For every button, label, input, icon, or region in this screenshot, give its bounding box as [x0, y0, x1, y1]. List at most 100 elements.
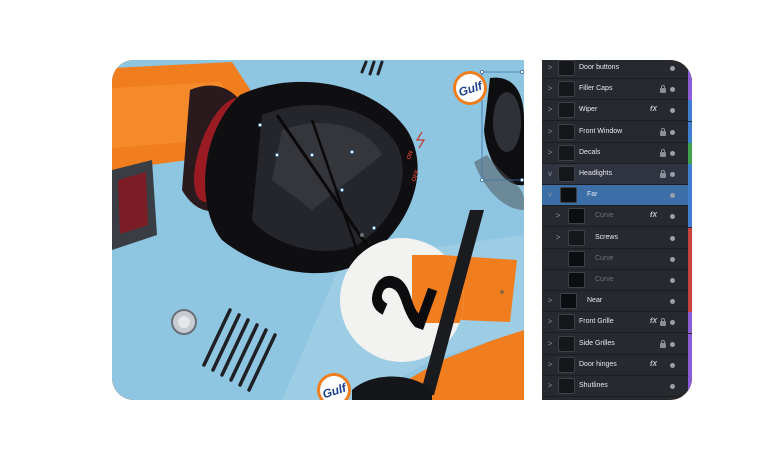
layer-row-far[interactable]: v Far: [542, 185, 692, 207]
layer-row-decals[interactable]: > Decals: [542, 142, 692, 164]
visibility-dot-icon[interactable]: [670, 66, 675, 71]
layer-color-tag: [688, 291, 692, 313]
lock-icon[interactable]: [660, 127, 666, 136]
layer-label: Decals: [579, 148, 601, 156]
layers-panel[interactable]: > Door buttons > Filler Caps > Wiper fX > Front …: [542, 60, 692, 400]
layer-row-headlights[interactable]: v Headlights: [542, 164, 692, 185]
lock-icon[interactable]: [660, 170, 666, 178]
layer-thumbnail: [558, 378, 575, 394]
layer-color-tag: [688, 142, 692, 164]
layer-thumbnail: [558, 335, 575, 352]
visibility-dot-icon[interactable]: [670, 150, 675, 156]
expand-chevron-icon[interactable]: >: [546, 317, 554, 327]
layer-row-door-buttons[interactable]: > Door buttons: [542, 60, 692, 79]
layer-color-tag: [688, 333, 692, 355]
car-artwork: 2 Gulf Gulf ON OFF: [112, 60, 524, 400]
visibility-dot-icon[interactable]: [670, 362, 675, 368]
expand-chevron-icon[interactable]: >: [546, 105, 554, 115]
effects-icon[interactable]: fX: [650, 210, 657, 222]
expand-chevron-icon[interactable]: >: [546, 148, 554, 158]
expand-chevron-icon[interactable]: >: [546, 339, 554, 349]
expand-chevron-icon[interactable]: >: [546, 381, 554, 391]
layer-row-front-grille[interactable]: > Front Grille fX: [542, 312, 692, 334]
expand-chevron-icon[interactable]: >: [554, 211, 562, 221]
layer-color-tag: [688, 270, 692, 291]
expand-chevron-icon[interactable]: >: [554, 233, 562, 243]
layer-thumbnail: [558, 356, 575, 373]
visibility-dot-icon[interactable]: [670, 87, 675, 93]
layer-row-curve[interactable]: Curve: [542, 248, 692, 270]
layer-label: Near: [587, 297, 603, 305]
lock-icon[interactable]: [660, 148, 666, 157]
layer-thumbnail: [558, 60, 575, 76]
layer-row-near[interactable]: > Near: [542, 291, 692, 313]
visibility-dot-icon[interactable]: [670, 341, 675, 347]
layer-color-tag: [688, 312, 692, 334]
visibility-dot-icon[interactable]: [670, 214, 675, 220]
layer-thumbnail: [568, 272, 585, 288]
layer-color-tag: [688, 354, 692, 376]
layer-row-filler-caps[interactable]: > Filler Caps: [542, 79, 692, 101]
layer-row-curve[interactable]: Curve: [542, 270, 692, 291]
expand-chevron-icon[interactable]: v: [546, 190, 554, 200]
visibility-dot-icon[interactable]: [670, 172, 675, 177]
layer-color-tag: [688, 121, 692, 143]
layer-label: Filler Caps: [579, 85, 613, 93]
lock-icon[interactable]: [660, 339, 666, 348]
effects-icon[interactable]: fX: [650, 104, 657, 116]
layer-thumbnail: [560, 187, 577, 204]
layer-color-tag: [688, 100, 692, 122]
effects-icon[interactable]: fX: [650, 316, 657, 328]
expand-chevron-icon[interactable]: >: [546, 127, 554, 137]
layer-color-tag: [688, 79, 692, 101]
layer-color-tag: [688, 164, 692, 185]
layer-row-door-hinges[interactable]: > Door hinges fX: [542, 354, 692, 376]
visibility-dot-icon[interactable]: [670, 256, 675, 262]
layer-thumbnail: [558, 166, 575, 182]
expand-chevron-icon[interactable]: >: [546, 63, 554, 73]
layer-label: Door hinges: [579, 360, 617, 368]
layer-row-side-grilles[interactable]: > Side Grilles: [542, 333, 692, 355]
layer-row-wiper[interactable]: > Wiper fX: [542, 100, 692, 122]
visibility-dot-icon[interactable]: [670, 193, 675, 199]
expand-chevron-icon[interactable]: >: [546, 84, 554, 94]
expand-chevron-icon[interactable]: >: [546, 296, 554, 306]
layer-thumbnail: [558, 144, 575, 161]
visibility-dot-icon[interactable]: [670, 320, 675, 326]
layer-label: Shutlines: [579, 382, 608, 389]
layer-thumbnail: [558, 81, 575, 98]
layer-row-front-window[interactable]: > Front Window: [542, 121, 692, 143]
lock-icon[interactable]: [660, 85, 666, 94]
layer-row-shutlines[interactable]: > Shutlines: [542, 376, 692, 397]
layer-thumbnail: [560, 293, 577, 310]
layer-label: Curve: [595, 276, 614, 283]
visibility-dot-icon[interactable]: [670, 384, 675, 389]
effects-icon[interactable]: fX: [650, 359, 657, 371]
layer-color-tag: [688, 60, 692, 79]
layer-thumbnail: [558, 314, 575, 331]
visibility-dot-icon[interactable]: [670, 299, 675, 305]
layer-color-tag: [688, 185, 692, 207]
expand-chevron-icon[interactable]: v: [546, 169, 554, 179]
layer-label: Front Window: [579, 127, 623, 135]
layer-thumbnail: [568, 229, 585, 246]
layer-color-tag: [688, 248, 692, 270]
design-canvas[interactable]: 2 Gulf Gulf ON OFF: [112, 60, 524, 400]
visibility-dot-icon[interactable]: [670, 235, 675, 241]
layer-label: Curve: [595, 212, 614, 220]
layer-label: Far: [587, 191, 598, 199]
visibility-dot-icon[interactable]: [670, 129, 675, 135]
layer-row-curve[interactable]: > Curve fX: [542, 206, 692, 228]
layer-row-screws[interactable]: > Screws: [542, 227, 692, 249]
layer-thumbnail: [558, 102, 575, 119]
visibility-dot-icon[interactable]: [670, 108, 675, 114]
layer-label: Headlights: [579, 170, 613, 177]
layer-thumbnail: [568, 208, 585, 225]
layer-label: Front Grille: [579, 318, 614, 326]
visibility-dot-icon[interactable]: [670, 278, 675, 283]
layer-label: Screws: [595, 233, 618, 241]
canvas-gutter: [524, 60, 542, 400]
layer-color-tag: [688, 376, 692, 397]
lock-icon[interactable]: [660, 318, 666, 327]
expand-chevron-icon[interactable]: >: [546, 360, 554, 370]
